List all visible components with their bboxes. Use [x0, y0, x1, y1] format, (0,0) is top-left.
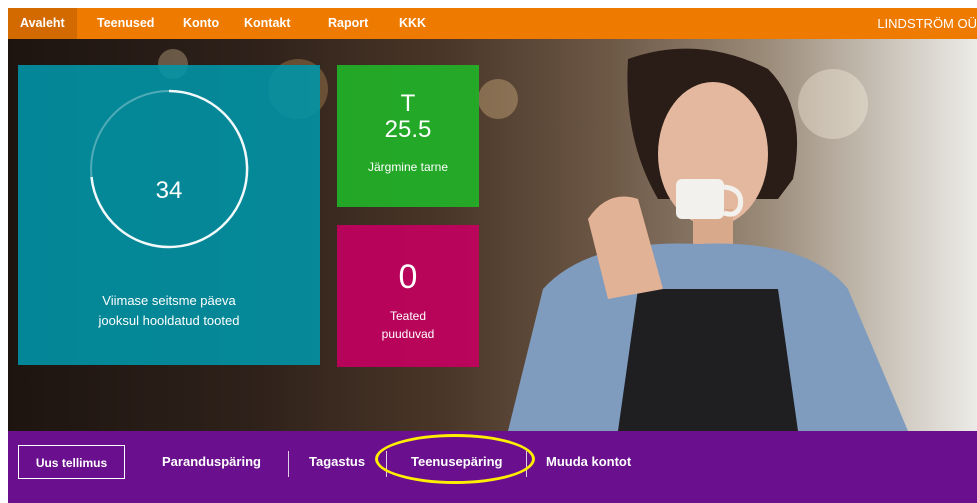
nav-item-avaleht[interactable]: Avaleht: [8, 8, 77, 39]
nav-item-konto[interactable]: Konto: [183, 8, 219, 39]
woman-drinking-coffee-photo: [508, 48, 908, 431]
divider: [288, 451, 289, 477]
delivery-date: 25.5: [384, 116, 432, 143]
serviced-caption-line1: Viimase seitsme päeva: [102, 293, 236, 308]
serviced-caption: Viimase seitsme päeva jooksul hooldatud …: [18, 291, 320, 331]
nav-item-teenused[interactable]: Teenused: [97, 8, 154, 39]
nav-item-kkk[interactable]: KKK: [399, 8, 426, 39]
notifications-caption-line2: puuduvad: [381, 327, 435, 341]
change-account-link[interactable]: Muuda kontot: [546, 445, 631, 479]
notifications-count: 0: [398, 258, 418, 296]
serviced-count: 34: [155, 177, 183, 204]
delivery-day-letter: T: [400, 90, 416, 117]
serviced-products-tile[interactable]: 34 Viimase seitsme päeva jooksul hooldat…: [18, 65, 320, 365]
top-navigation: Avaleht Teenused Konto Kontakt Raport KK…: [8, 8, 977, 39]
notifications-tile[interactable]: 0 Teated puuduvad: [337, 225, 479, 367]
highlight-annotation: [375, 434, 535, 484]
return-link[interactable]: Tagastus: [309, 445, 365, 479]
delivery-caption: Järgmine tarne: [367, 160, 449, 174]
nav-item-raport[interactable]: Raport: [328, 8, 368, 39]
new-order-button[interactable]: Uus tellimus: [18, 445, 125, 479]
repair-request-link[interactable]: Paranduspäring: [162, 445, 261, 479]
action-bar: Uus tellimus Paranduspäring Tagastus Tee…: [8, 431, 977, 503]
notifications-caption-line1: Teated: [389, 309, 427, 323]
notifications-caption: Teated puuduvad: [337, 307, 479, 343]
nav-item-kontakt[interactable]: Kontakt: [244, 8, 291, 39]
company-name[interactable]: LINDSTRÖM OÜ: [877, 8, 977, 39]
next-delivery-tile[interactable]: T 25.5 Järgmine tarne: [337, 65, 479, 207]
app-frame: Avaleht Teenused Konto Kontakt Raport KK…: [8, 8, 977, 503]
serviced-caption-line2: jooksul hooldatud tooted: [98, 313, 240, 328]
progress-ring: [90, 89, 249, 249]
